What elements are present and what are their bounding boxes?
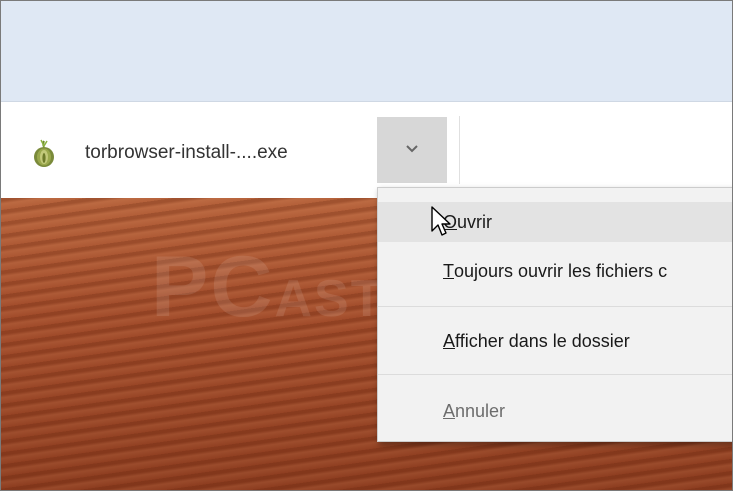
tor-onion-icon xyxy=(31,138,57,168)
menu-item-open-label: uvrir xyxy=(457,211,493,232)
menu-item-cancel-label: nnuler xyxy=(455,400,506,421)
menu-item-cancel-accel: A xyxy=(443,400,456,421)
menu-item-always-open[interactable]: Toujours ouvrir les fichiers c xyxy=(378,251,732,291)
mouse-pointer-icon xyxy=(431,206,453,240)
menu-item-always-open-label: oujours ouvrir les fichiers c xyxy=(454,260,668,281)
menu-item-cancel[interactable]: Annuler xyxy=(378,391,732,431)
download-options-button[interactable] xyxy=(377,117,447,183)
browser-window: torbrowser-install-....exe PCASTUCES Ouv… xyxy=(0,0,733,491)
chevron-down-icon xyxy=(405,141,419,159)
menu-separator xyxy=(378,374,732,375)
menu-item-show-in-folder[interactable]: Afficher dans le dossier xyxy=(378,321,732,361)
menu-item-show-in-folder-label: fficher dans le dossier xyxy=(455,330,630,351)
download-file-name: torbrowser-install-....exe xyxy=(85,142,288,163)
browser-top-area xyxy=(1,1,732,102)
watermark-main: PC xyxy=(151,239,275,335)
download-item[interactable]: torbrowser-install-....exe xyxy=(31,138,288,168)
download-bar-separator xyxy=(459,116,460,184)
menu-separator xyxy=(378,306,732,307)
menu-item-always-open-accel: T xyxy=(443,260,454,281)
menu-item-show-in-folder-accel: A xyxy=(443,330,456,351)
download-bar: torbrowser-install-....exe xyxy=(1,102,732,198)
